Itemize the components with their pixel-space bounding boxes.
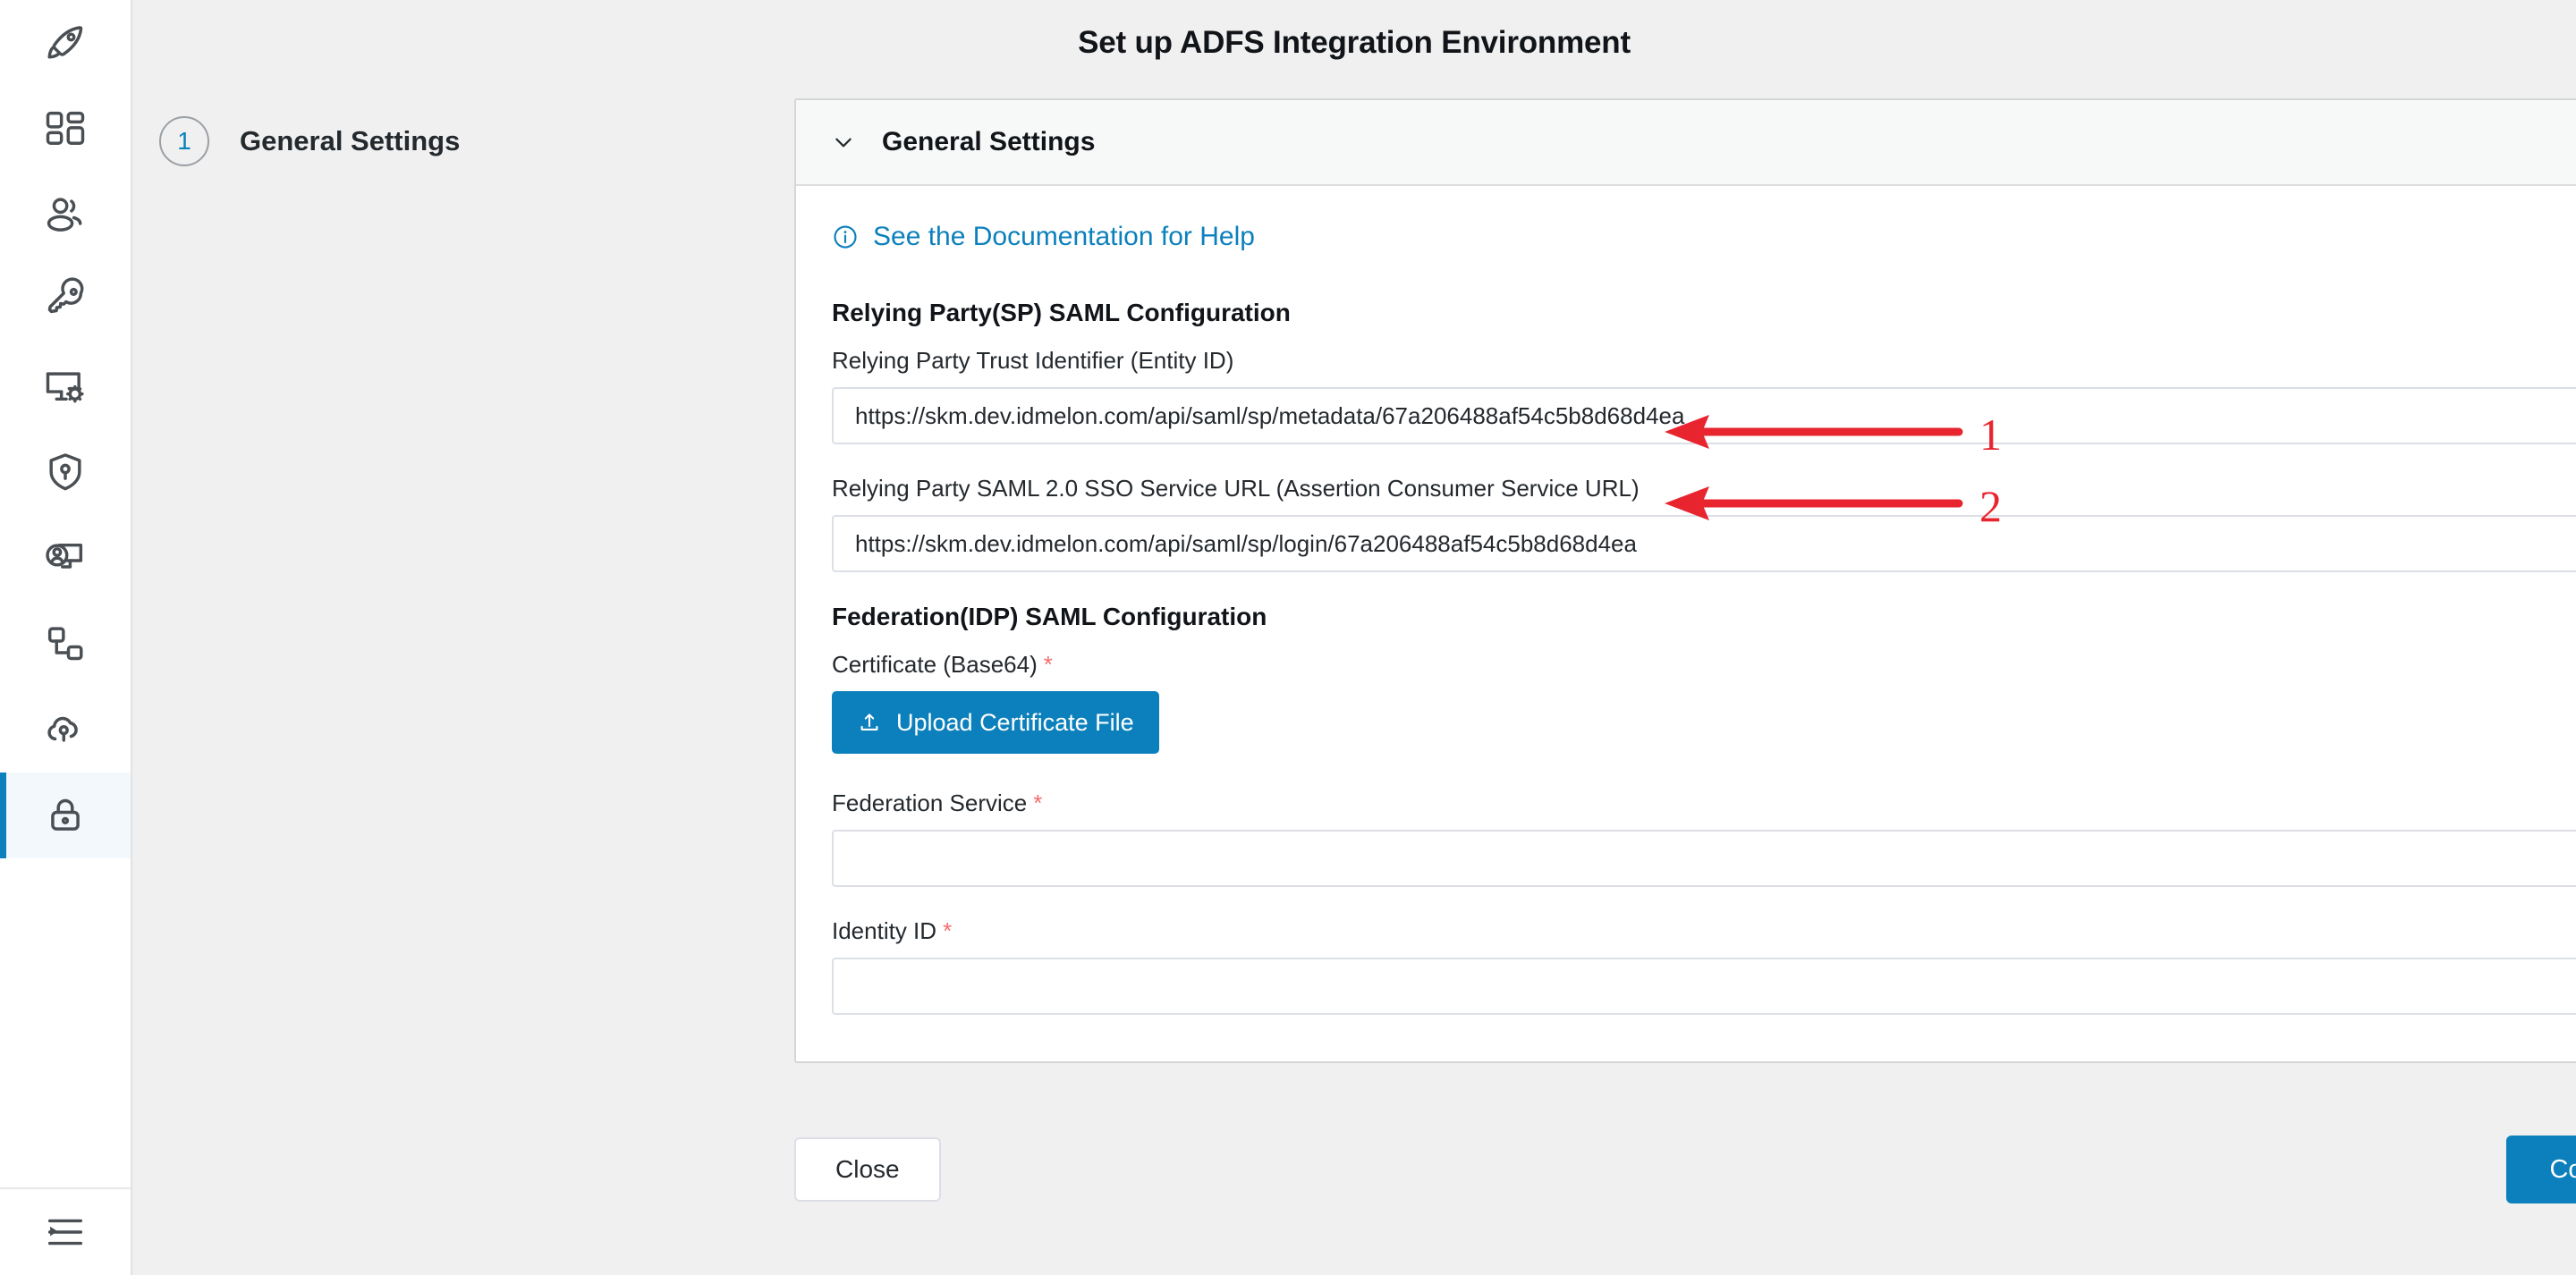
nav-footer xyxy=(0,1187,131,1275)
key-icon xyxy=(47,277,84,314)
shield-key-icon xyxy=(49,453,81,491)
sidebar-item-cloud-key[interactable] xyxy=(0,687,131,773)
left-nav-rail xyxy=(0,0,132,1275)
general-settings-card: General Settings See the Documentation f… xyxy=(794,98,2576,1063)
federation-service-row xyxy=(832,830,2576,887)
required-asterisk: * xyxy=(1033,789,1043,816)
sidebar-item-user-sessions[interactable] xyxy=(0,515,131,601)
card-header-title: General Settings xyxy=(882,127,1096,156)
sidebar-item-topology[interactable] xyxy=(0,601,131,687)
section-title-sp: Relying Party(SP) SAML Configuration xyxy=(832,299,1291,326)
user-screen-icon xyxy=(46,543,83,569)
collapse-sidebar-button[interactable] xyxy=(0,1189,131,1275)
certificate-label: Certificate (Base64) * xyxy=(832,651,2576,679)
required-asterisk: * xyxy=(943,917,953,944)
step-label: General Settings xyxy=(240,125,461,156)
sidebar-item-security-shield[interactable] xyxy=(0,429,131,515)
sidebar-item-device-settings[interactable] xyxy=(0,343,131,429)
close-button[interactable]: Close xyxy=(794,1137,941,1202)
documentation-link[interactable]: See the Documentation for Help xyxy=(832,222,1255,252)
step-number-badge[interactable]: 1 xyxy=(159,116,209,166)
dashboard-grid-icon xyxy=(46,111,85,145)
entity-id-input[interactable]: https://skm.dev.idmelon.com/api/saml/sp/… xyxy=(832,387,2576,444)
entity-id-label-text: Relying Party Trust Identifier (Entity I… xyxy=(832,347,1234,374)
sidebar-item-lock[interactable] xyxy=(0,773,131,858)
monitor-settings-icon xyxy=(46,372,84,403)
rocket-icon xyxy=(47,26,83,59)
cloud-key-icon xyxy=(47,716,78,742)
sso-service-url-label: Relying Party SAML 2.0 SSO Service URL (… xyxy=(832,475,2576,502)
card-body: See the Documentation for Help Relying P… xyxy=(796,186,2576,1061)
section-title-idp: Federation(IDP) SAML Configuration xyxy=(832,603,1267,630)
documentation-link-label: See the Documentation for Help xyxy=(873,222,1255,251)
entity-id-row: https://skm.dev.idmelon.com/api/saml/sp/… xyxy=(832,387,2576,444)
upload-icon xyxy=(860,713,878,730)
sso-service-url-input[interactable]: https://skm.dev.idmelon.com/api/saml/sp/… xyxy=(832,515,2576,572)
confirm-button[interactable]: Confirm xyxy=(2506,1136,2576,1203)
card-header-toggle[interactable]: General Settings xyxy=(796,100,2576,186)
sitemap-icon xyxy=(47,627,83,661)
sidebar-item-credentials[interactable] xyxy=(0,258,131,343)
sidebar-item-dashboard[interactable] xyxy=(0,86,131,172)
required-asterisk: * xyxy=(1043,651,1053,678)
dialog-footer: Close Confirm xyxy=(794,1136,2576,1203)
nav-items xyxy=(0,0,131,858)
federation-service-input[interactable] xyxy=(832,830,2576,887)
chevron-down-icon xyxy=(835,138,852,148)
federation-service-label: Federation Service * xyxy=(832,789,2576,817)
upload-certificate-button[interactable]: Upload Certificate File xyxy=(832,691,1159,754)
certificate-label-text: Certificate (Base64) xyxy=(832,651,1038,678)
sso-service-url-label-text: Relying Party SAML 2.0 SSO Service URL (… xyxy=(832,475,1640,502)
sidebar-item-users[interactable] xyxy=(0,172,131,258)
info-circle-icon xyxy=(834,225,857,249)
entity-id-label: Relying Party Trust Identifier (Entity I… xyxy=(832,347,2576,375)
identity-id-row xyxy=(832,958,2576,1015)
upload-certificate-button-label: Upload Certificate File xyxy=(896,708,1134,736)
page-title: Set up ADFS Integration Environment xyxy=(1078,25,1631,60)
identity-id-label-text: Identity ID xyxy=(832,917,937,944)
collapse-menu-icon xyxy=(47,1219,83,1245)
app-root: Set up ADFS Integration Environment 1 Ge… xyxy=(0,0,2576,1275)
sso-service-url-row: https://skm.dev.idmelon.com/api/saml/sp/… xyxy=(832,515,2576,572)
main-content: Set up ADFS Integration Environment 1 Ge… xyxy=(132,0,2576,1275)
stepper: 1 General Settings xyxy=(159,116,460,166)
sidebar-item-rocket[interactable] xyxy=(0,0,131,86)
identity-id-label: Identity ID * xyxy=(832,917,2576,945)
lock-icon xyxy=(51,798,80,831)
federation-service-label-text: Federation Service xyxy=(832,789,1028,816)
users-icon xyxy=(47,198,82,232)
identity-id-input[interactable] xyxy=(832,958,2576,1015)
